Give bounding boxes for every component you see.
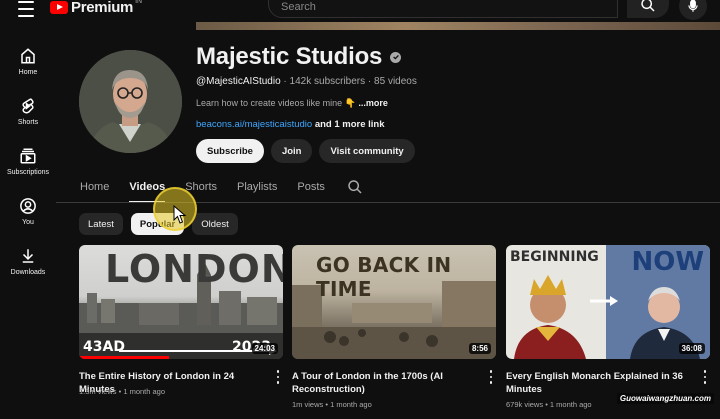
- video-views: 1m views: [292, 400, 324, 409]
- logo-text: Premium: [71, 0, 134, 16]
- home-icon: [21, 47, 35, 63]
- video-duration: 36:08: [678, 343, 705, 354]
- channel-banner: [196, 22, 720, 30]
- video-title[interactable]: A Tour of London in the 1700s (AI Recons…: [292, 370, 476, 396]
- sidebar: Home Shorts Subscriptions You Downloads: [0, 36, 56, 286]
- search-input[interactable]: [281, 0, 605, 13]
- more-links-button[interactable]: and 1 more link: [315, 119, 385, 130]
- sidebar-item-label: Home: [18, 68, 38, 76]
- description-text: Learn how to create videos like mine 👇: [196, 98, 356, 108]
- channel-name: Majestic Studios: [196, 43, 402, 71]
- you-icon: [20, 197, 36, 214]
- video-card: LONDON 43AD 2023 24:03 The Entire Histor…: [79, 245, 283, 396]
- sidebar-item-shorts[interactable]: Shorts: [0, 86, 56, 136]
- video-card: BEGINNING NOW 36:08 Every English Monarc…: [506, 245, 714, 409]
- channel-actions: Subscribe Join Visit community: [196, 139, 415, 163]
- subscriptions-icon: [20, 148, 36, 163]
- channel-links: beacons.ai/majesticaistudio and 1 more l…: [196, 119, 385, 130]
- menu-icon[interactable]: [14, 0, 38, 18]
- channel-name-text: Majestic Studios: [196, 43, 383, 70]
- video-thumbnail[interactable]: LONDON 43AD 2023 24:03: [79, 245, 283, 359]
- sidebar-item-you[interactable]: You: [0, 186, 56, 236]
- youtube-play-icon: [50, 0, 68, 14]
- video-views: 679k views: [506, 400, 544, 409]
- video-duration: 8:56: [468, 343, 491, 354]
- kebab-icon[interactable]: [700, 369, 710, 385]
- mic-icon: [688, 0, 698, 12]
- video-age: 1 month ago: [330, 400, 372, 409]
- visit-community-button[interactable]: Visit community: [319, 139, 415, 163]
- mouse-pointer-icon: [173, 205, 187, 224]
- channel-search-icon[interactable]: [347, 179, 363, 195]
- mic-button[interactable]: [679, 0, 707, 20]
- channel-handle: @MajesticAIStudio: [196, 76, 281, 87]
- thumbnail-left-label: BEGINNING: [510, 249, 599, 265]
- thumbnail-title-text: GO BACK IN TIME: [316, 253, 452, 301]
- search-icon: [641, 0, 655, 12]
- subscriber-count: 142k subscribers: [289, 76, 366, 87]
- tab-posts[interactable]: Posts: [297, 172, 325, 202]
- description-more-link[interactable]: ...more: [358, 98, 388, 108]
- avatar-portrait: [79, 50, 182, 153]
- search-button[interactable]: [627, 0, 669, 18]
- channel-tabs: Home Videos Shorts Playlists Posts: [80, 172, 363, 203]
- sidebar-item-subscriptions[interactable]: Subscriptions: [0, 136, 56, 186]
- channel-avatar[interactable]: [79, 50, 182, 153]
- video-meta: 1m views • 1 month ago: [292, 400, 372, 409]
- shorts-icon: [22, 97, 34, 113]
- channel-link[interactable]: beacons.ai/majesticaistudio: [196, 119, 312, 130]
- tab-playlists[interactable]: Playlists: [237, 172, 277, 202]
- video-views: 1.3m views: [79, 387, 117, 396]
- video-thumbnail[interactable]: GO BACK IN TIME 8:56: [292, 245, 496, 359]
- channel-meta: @MajesticAIStudio · 142k subscribers · 8…: [196, 76, 417, 87]
- chip-latest[interactable]: Latest: [79, 213, 123, 235]
- tab-home[interactable]: Home: [80, 172, 109, 202]
- subscribe-button[interactable]: Subscribe: [196, 139, 264, 163]
- search-box[interactable]: [268, 0, 618, 18]
- sidebar-item-label: Downloads: [10, 268, 46, 276]
- verified-icon: [390, 51, 402, 63]
- chip-oldest[interactable]: Oldest: [192, 213, 238, 235]
- video-card: GO BACK IN TIME 8:56 A Tour of London in…: [292, 245, 496, 409]
- video-meta: 679k views • 1 month ago: [506, 400, 592, 409]
- watch-progress-bar: [79, 356, 169, 359]
- kebab-icon[interactable]: [486, 369, 496, 385]
- site-watermark: Guowaiwangzhuan.com: [616, 393, 714, 404]
- channel-description[interactable]: Learn how to create videos like mine 👇 .…: [196, 98, 388, 109]
- youtube-logo[interactable]: Premium IN: [50, 0, 143, 16]
- video-age: 1 month ago: [549, 400, 592, 409]
- video-thumbnail[interactable]: BEGINNING NOW 36:08: [506, 245, 710, 359]
- video-meta: 1.3m views • 1 month ago: [79, 387, 166, 396]
- video-duration: 24:03: [251, 343, 278, 354]
- thumbnail-start-label: 43AD: [83, 339, 125, 355]
- sidebar-item-label: Shorts: [17, 118, 39, 126]
- video-count: 85 videos: [374, 76, 417, 87]
- video-age: 1 month ago: [123, 387, 166, 396]
- sidebar-item-downloads[interactable]: Downloads: [0, 236, 56, 286]
- thumbnail-right-label: NOW: [631, 247, 704, 277]
- sidebar-item-label: You: [22, 218, 34, 226]
- downloads-icon: [22, 248, 34, 263]
- kebab-icon[interactable]: [273, 369, 283, 385]
- logo-country: IN: [135, 0, 143, 5]
- sidebar-item-label: Subscriptions: [6, 168, 50, 176]
- meta-separator: ·: [283, 76, 287, 87]
- join-button[interactable]: Join: [270, 139, 313, 163]
- thumbnail-title-text: LONDON: [105, 247, 283, 291]
- meta-separator: ·: [367, 76, 372, 87]
- sidebar-item-home[interactable]: Home: [0, 36, 56, 86]
